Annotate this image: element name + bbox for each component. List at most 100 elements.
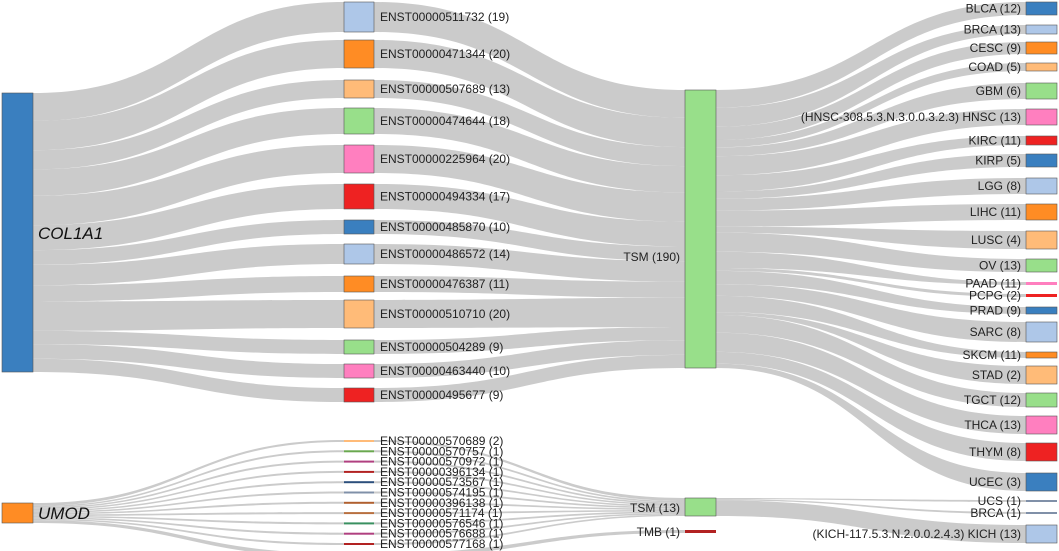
transcript-node-enst00000225964-20: [343, 144, 375, 174]
transcript-node-enst00000485870-10: [343, 219, 375, 235]
cancer-node-kich-117-5-3-n-2-0-0-2-4-3-kich-13: [1025, 524, 1058, 544]
type-label-tmb-1: TMB (1): [637, 525, 680, 539]
transcript-node-enst00000476387-11: [343, 275, 375, 293]
transcript-node-enst00000571174-1: [344, 512, 374, 515]
cancer-node-gbm-6: [1025, 82, 1058, 100]
cancer-node-lihc-11: [1025, 203, 1058, 221]
transcript-node-enst00000573567-1: [344, 481, 374, 484]
cancer-label: BRCA (1): [970, 506, 1021, 520]
cancer-node-brca-1: [1026, 512, 1057, 514]
transcript-label: ENST00000474644 (18): [380, 114, 510, 128]
cancer-label: LGG (8): [978, 179, 1021, 193]
transcript-node-enst00000574195-1: [344, 491, 374, 494]
gene-label-col1a1: COL1A1: [38, 224, 103, 243]
cancer-label: UCEC (3): [969, 475, 1021, 489]
transcript-node-enst00000576546-1: [344, 522, 374, 525]
cancer-label: OV (13): [979, 259, 1021, 273]
cancer-node-lusc-4: [1025, 230, 1058, 250]
transcript-node-enst00000494334-17: [343, 183, 375, 210]
cancer-label: TGCT (12): [964, 393, 1021, 407]
cancer-label: (KICH-117.5.3.N.2.0.0.2.4.3) KICH (13): [812, 527, 1021, 541]
cancer-node-sarc-8: [1025, 321, 1058, 343]
transcript-node-enst00000463440-10: [343, 363, 375, 379]
cancer-label: BLCA (12): [966, 2, 1021, 16]
transcript-label: ENST00000507689 (13): [380, 82, 510, 96]
transcript-label: ENST00000471344 (20): [380, 47, 510, 61]
cancer-label: LIHC (11): [970, 205, 1021, 219]
cancer-label: LUSC (4): [971, 233, 1021, 247]
transcript-node-enst00000570757-1: [344, 450, 374, 453]
transcript-node-enst00000474644-18: [343, 107, 375, 135]
cancer-label: BRCA (13): [964, 23, 1021, 37]
cancer-node-lgg-8: [1025, 177, 1058, 195]
cancer-node-pcpg-2: [1026, 294, 1057, 297]
type-label-tsm-13: TSM (13): [630, 501, 680, 515]
cancer-node-thym-8: [1025, 442, 1058, 462]
cancer-node-ucec-3: [1025, 472, 1058, 492]
cancer-label: THYM (8): [969, 445, 1021, 459]
transcript-node-enst00000471344-20: [343, 39, 375, 69]
gene-label-umod: UMOD: [38, 504, 90, 523]
cancer-node-kirp-5: [1025, 153, 1058, 168]
transcript-node-enst00000396138-1: [344, 501, 374, 504]
cancer-label: GBM (6): [976, 84, 1021, 98]
transcript-label: ENST00000486572 (14): [380, 247, 510, 261]
transcript-label: ENST00000510710 (20): [380, 307, 510, 321]
link-g2-to-enst00000570331-2: [33, 520, 280, 551]
type-label-tsm-190: TSM (190): [623, 250, 680, 264]
transcript-node-enst00000510710-20: [343, 299, 375, 329]
cancer-label: SARC (8): [970, 325, 1021, 339]
type-node-tsm-190: [684, 89, 717, 369]
transcript-label: ENST00000511732 (19): [380, 10, 509, 24]
cancer-label: THCA (13): [964, 418, 1021, 432]
cancer-node-prad-9: [1025, 306, 1058, 315]
link-g1-to-enst00000510710-20: [33, 300, 344, 331]
cancer-node-thca-13: [1025, 415, 1058, 435]
cancer-label: STAD (2): [972, 368, 1021, 382]
transcript-node-enst00000486572-14: [343, 243, 375, 265]
transcript-label: ENST00000494334 (17): [380, 190, 510, 204]
type-node-tsm-13: [684, 497, 717, 517]
link-g2-to-enst00000570757-1: [33, 450, 344, 508]
cancer-label: CESC (9): [970, 41, 1021, 55]
gene-node-col1a1: [1, 92, 34, 373]
cancer-label: SKCM (11): [963, 348, 1021, 362]
cancer-label: PRAD (9): [970, 304, 1021, 318]
cancer-label: COAD (5): [968, 60, 1021, 74]
cancer-node-ov-13: [1025, 258, 1058, 273]
transcript-label: ENST00000225964 (20): [380, 152, 510, 166]
cancer-label: PCPG (2): [969, 289, 1021, 303]
cancer-node-paad-11: [1026, 282, 1057, 285]
transcript-node-enst00000507689-13: [343, 79, 375, 99]
cancer-node-kirc-11: [1025, 135, 1058, 146]
transcript-node-enst00000504289-9: [343, 339, 375, 355]
cancer-node-coad-5: [1025, 62, 1058, 72]
cancer-label: KIRC (11): [969, 134, 1021, 148]
cancer-node-hnsc-308-5-3-n-3-0-0-3-2-3-hnsc-13: [1025, 108, 1058, 126]
transcript-node-enst00000570972-1: [344, 460, 374, 463]
cancer-node-tgct-12: [1025, 392, 1058, 408]
gene-node-umod: [1, 502, 34, 524]
cancer-node-brca-13: [1025, 24, 1058, 35]
transcript-label: ENST00000463440 (10): [380, 364, 510, 378]
cancer-node-ucs-1: [1026, 500, 1057, 502]
transcript-label: ENST00000504289 (9): [380, 340, 503, 354]
cancer-node-stad-2: [1025, 365, 1058, 385]
transcript-label: ENST00000485870 (10): [380, 220, 510, 234]
sankey-diagram: COL1A1 UMOD ENST00000511732 (19) ENST000004…: [1, 1, 1058, 551]
transcript-label: ENST00000495677 (9): [380, 388, 503, 402]
cancer-label: (HNSC-308.5.3.N.3.0.0.3.2.3) HNSC (13): [801, 110, 1021, 124]
transcript-label: ENST00000476387 (11): [380, 277, 509, 291]
type-node-tmb-1: [685, 530, 716, 533]
cancer-node-blca-12: [1025, 1, 1058, 16]
transcript-node-enst00000396134-1: [344, 470, 374, 473]
cancer-node-cesc-9: [1025, 41, 1058, 55]
transcript-node-enst00000576688-1: [344, 532, 374, 535]
transcript-node-enst00000577168-1: [344, 543, 374, 545]
transcript-node-enst00000495677-9: [343, 387, 375, 403]
cancer-node-skcm-11: [1025, 351, 1058, 359]
link-layer: [33, 2, 1026, 551]
cancer-label: KIRP (5): [975, 154, 1021, 168]
transcript-node-enst00000511732-19: [343, 1, 375, 33]
transcript-node-enst00000570689-2: [344, 440, 374, 442]
